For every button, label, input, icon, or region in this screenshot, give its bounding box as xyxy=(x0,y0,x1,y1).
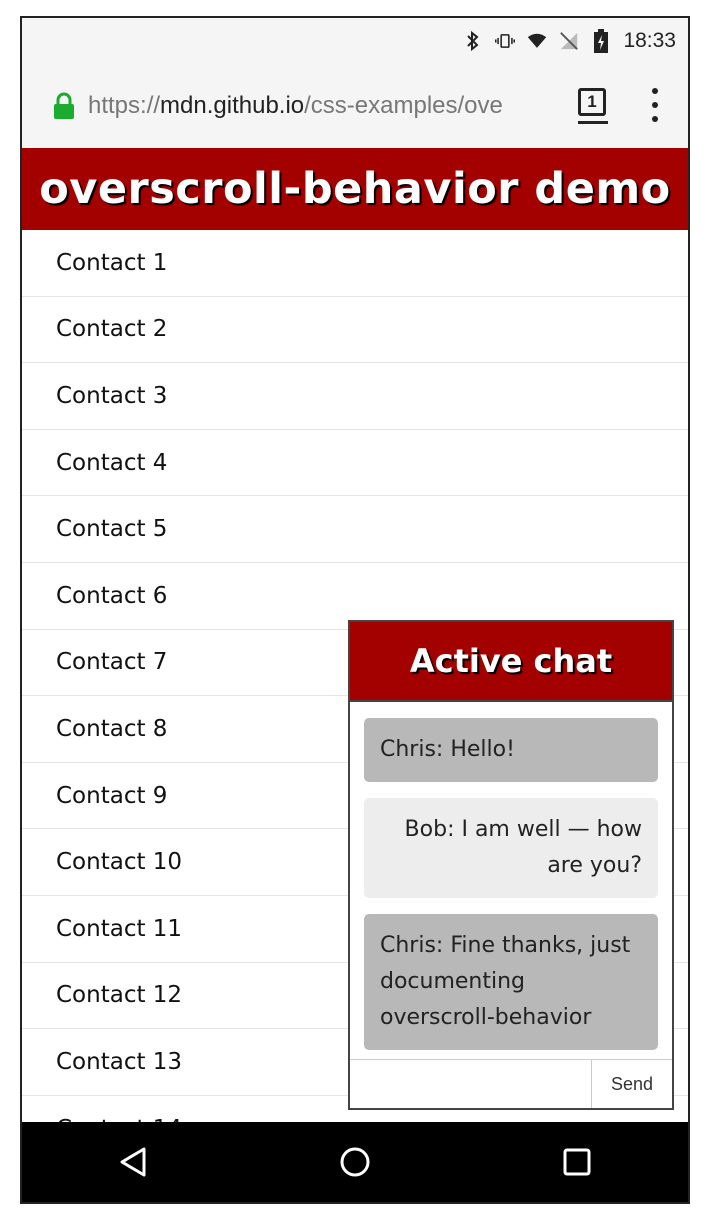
page-title: overscroll-behavior demo xyxy=(39,164,671,214)
chat-title: Active chat xyxy=(409,642,613,680)
recents-icon[interactable] xyxy=(557,1142,597,1182)
no-signal-icon xyxy=(559,30,579,52)
overflow-menu-icon[interactable] xyxy=(648,88,662,122)
chat-message: Chris: Fine thanks, just documenting ove… xyxy=(364,914,658,1050)
list-item[interactable]: Contact 4 xyxy=(22,430,688,497)
home-icon[interactable] xyxy=(335,1142,375,1182)
list-item[interactable]: Contact 2 xyxy=(22,297,688,364)
chat-header: Active chat xyxy=(350,622,672,702)
address-bar[interactable]: https://mdn.github.io/css-examples/ove xyxy=(88,92,548,120)
lock-icon xyxy=(52,92,76,120)
url-host: mdn.github.io xyxy=(160,92,305,119)
active-chat-panel: Active chat Chris: Hello! Bob: I am well… xyxy=(348,620,674,1110)
list-item[interactable]: Contact 3 xyxy=(22,363,688,430)
send-button[interactable]: Send xyxy=(592,1060,672,1108)
message-input[interactable] xyxy=(350,1060,592,1108)
wifi-icon xyxy=(527,30,547,52)
bluetooth-icon xyxy=(463,30,483,52)
clock: 18:33 xyxy=(623,29,676,52)
list-item[interactable]: Contact 1 xyxy=(22,230,688,297)
tab-switcher-button[interactable]: 1 xyxy=(578,88,606,116)
url-path: /css-examples/ove xyxy=(304,92,503,119)
list-item[interactable]: Contact 5 xyxy=(22,496,688,563)
status-bar: 18:33 xyxy=(22,18,688,64)
android-nav-bar xyxy=(22,1122,688,1202)
chat-form: Send xyxy=(350,1059,672,1108)
chat-messages[interactable]: Chris: Hello! Bob: I am well — how are y… xyxy=(364,718,658,1066)
battery-charging-icon xyxy=(591,29,611,53)
vibrate-icon xyxy=(495,30,516,52)
chat-message: Bob: I am well — how are you? xyxy=(364,798,658,898)
phone-screen: 18:33 https://mdn.github.io/css-examples… xyxy=(20,16,690,1204)
page-header: overscroll-behavior demo xyxy=(22,148,688,230)
url-scheme: https:// xyxy=(88,92,161,119)
browser-toolbar: https://mdn.github.io/css-examples/ove 1 xyxy=(22,64,688,148)
tab-switcher-underline xyxy=(578,121,608,124)
chat-message: Chris: Hello! xyxy=(364,718,658,782)
back-icon[interactable] xyxy=(113,1142,153,1182)
